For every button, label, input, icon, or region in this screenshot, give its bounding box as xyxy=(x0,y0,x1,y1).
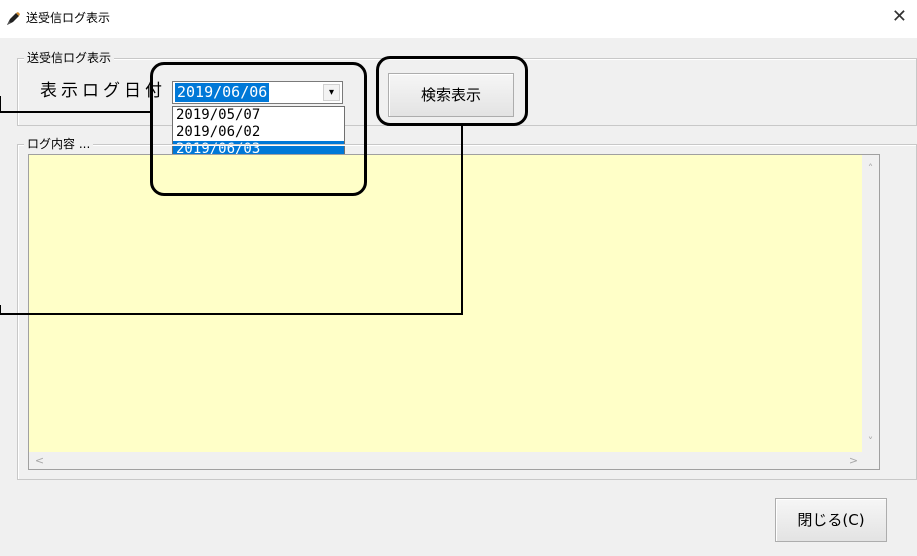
scroll-left-icon[interactable]: < xyxy=(31,452,48,469)
title-bar: 送受信ログ表示 ✕ xyxy=(0,0,917,38)
close-button[interactable]: 閉じる(C) xyxy=(775,498,887,542)
app-pen-icon xyxy=(4,10,22,28)
send-receive-log-window: 送受信ログ表示 ✕ 送受信ログ表示 表示ログ日付 2019/06/06 ▾ 20… xyxy=(0,0,917,556)
window-title: 送受信ログ表示 xyxy=(26,11,111,25)
scroll-right-icon[interactable]: > xyxy=(845,452,862,469)
display-log-date-label: 表示ログ日付 xyxy=(40,81,166,101)
log-date-combobox[interactable]: 2019/06/06 ▾ xyxy=(172,81,343,104)
scroll-down-icon[interactable]: ˅ xyxy=(862,433,879,450)
log-content-textarea[interactable]: ˄ ˅ < > xyxy=(28,154,880,470)
vertical-scrollbar[interactable]: ˄ ˅ xyxy=(862,155,879,452)
close-window-icon[interactable]: ✕ xyxy=(892,8,907,26)
dropdown-arrow-icon[interactable]: ▾ xyxy=(323,84,340,101)
log-date-selected-value: 2019/06/06 xyxy=(175,83,270,102)
log-content-group-label: ログ内容 ... xyxy=(24,136,94,152)
annotation-left-edge-mark xyxy=(0,96,1,113)
dropdown-option[interactable]: 2019/05/07 xyxy=(173,107,344,124)
scrollbar-corner xyxy=(862,452,879,469)
search-display-button[interactable]: 検索表示 xyxy=(388,73,514,117)
scroll-up-icon[interactable]: ˄ xyxy=(862,160,879,177)
dropdown-option[interactable]: 2019/06/02 xyxy=(173,124,344,141)
log-display-group-label: 送受信ログ表示 xyxy=(24,50,115,66)
annotation-left-edge-mark xyxy=(0,305,1,315)
horizontal-scrollbar[interactable]: < > xyxy=(29,452,862,469)
